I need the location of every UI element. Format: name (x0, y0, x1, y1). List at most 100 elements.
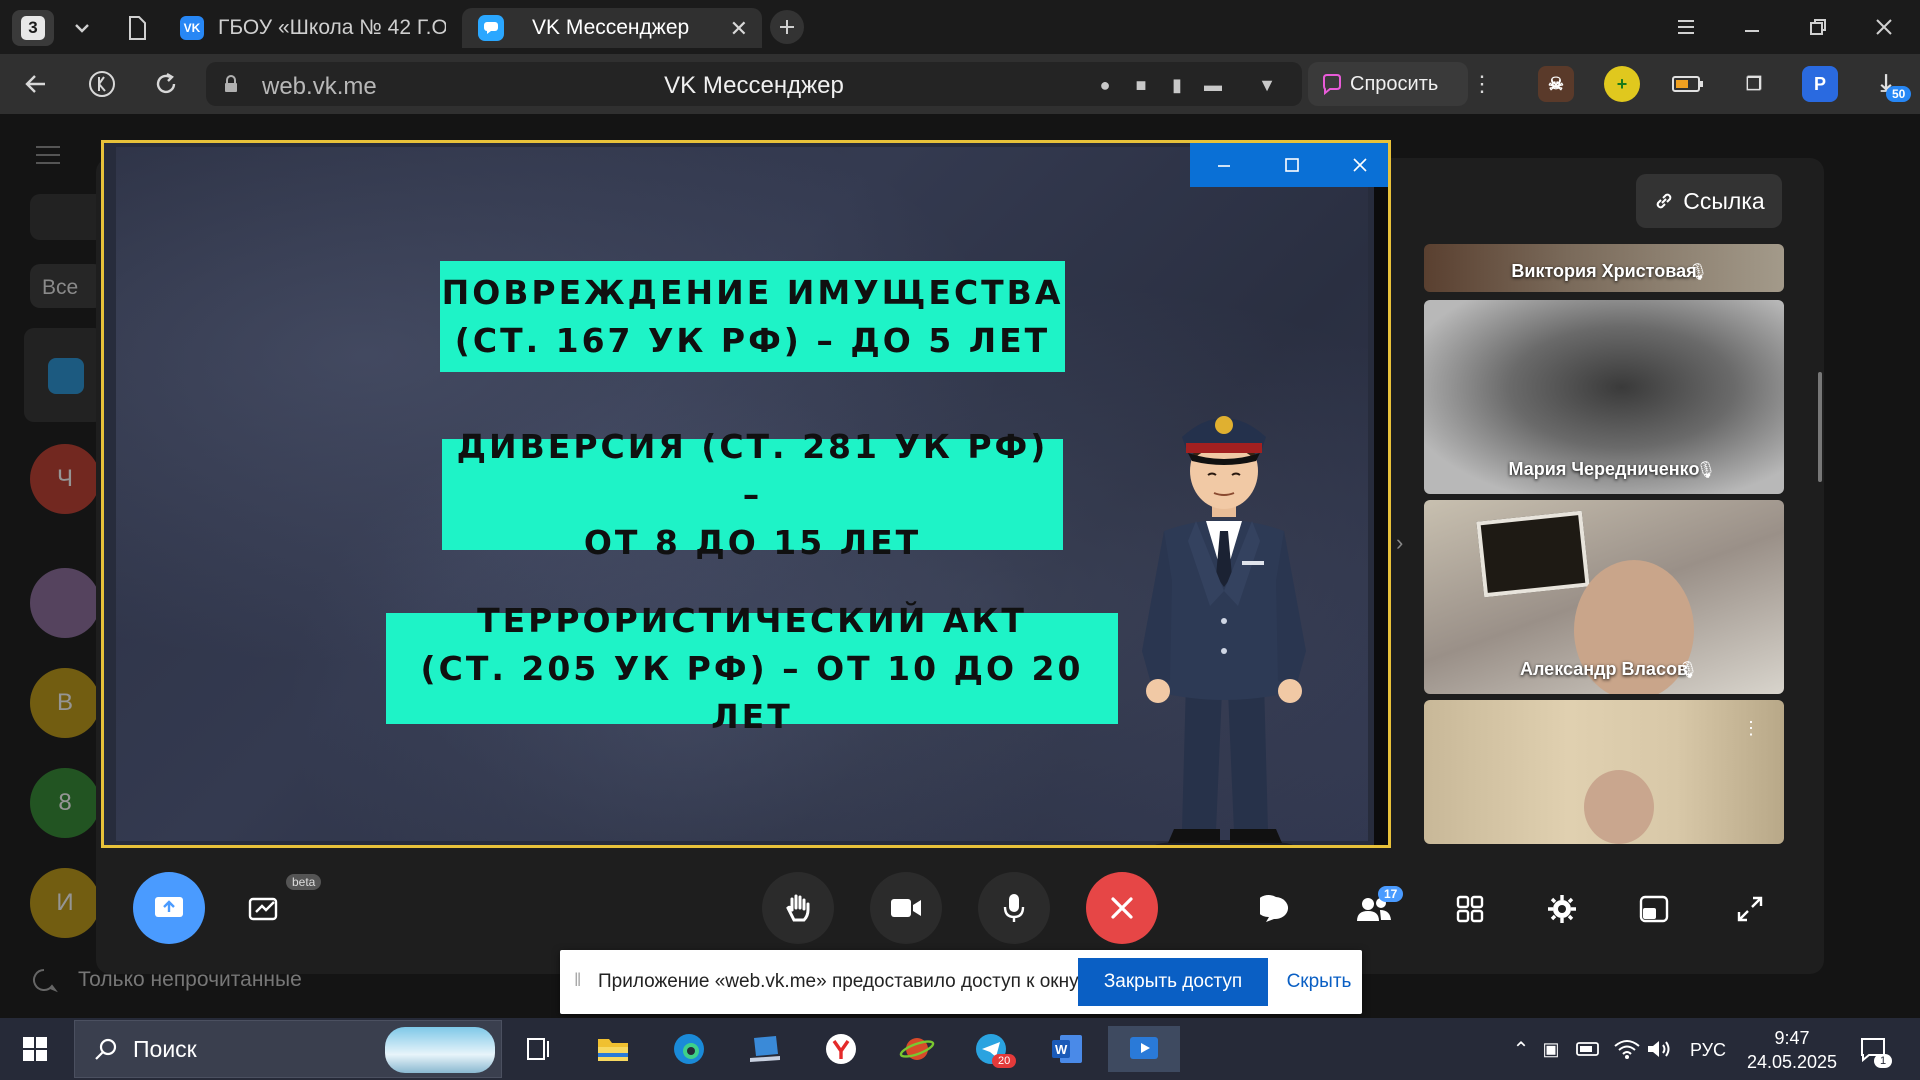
settings-button[interactable] (1538, 885, 1586, 933)
restore-window-button[interactable] (1790, 8, 1846, 46)
chat-button[interactable] (1252, 885, 1300, 933)
bookmark-icon[interactable]: ▼ (1254, 72, 1280, 98)
battery-icon[interactable] (1670, 66, 1706, 102)
ask-alice-button[interactable]: Спросить (1308, 62, 1468, 106)
hide-notice-button[interactable]: Скрыть (1280, 958, 1358, 1006)
reload-button[interactable] (146, 64, 186, 104)
whiteboard-button[interactable] (241, 885, 289, 933)
plus-icon (780, 20, 794, 34)
slide-text: ТЕРРОРИСТИЧЕСКИЙ АКТ (СТ. 205 УК РФ) – О… (420, 600, 1084, 736)
chevron-down-icon[interactable] (68, 14, 96, 42)
shared-window-edge (1374, 143, 1388, 845)
location-icon[interactable]: ● (1092, 72, 1118, 98)
notifications-icon[interactable]: 1 (1850, 1026, 1896, 1072)
page-icon[interactable] (124, 14, 150, 42)
back-button[interactable] (16, 64, 56, 104)
participant-tile[interactable]: Александр Власов 🎙 (1424, 500, 1784, 694)
shared-minimize-button[interactable] (1190, 143, 1258, 187)
clock[interactable]: 9:47 24.05.2025 (1742, 1026, 1842, 1074)
drag-handle-icon[interactable]: ‖ (574, 970, 581, 991)
search-highlight-image (385, 1027, 495, 1073)
url-text: web.vk.me (262, 73, 377, 100)
hamburger-icon[interactable] (34, 144, 62, 166)
microphone-icon (1003, 894, 1025, 922)
close-tab-icon[interactable]: ✕ (730, 16, 748, 42)
address-bar[interactable]: web.vk.me VK Мессенджер ● ■ ▮ ▬ ▼ (206, 62, 1302, 106)
share-screen-button[interactable] (133, 872, 205, 944)
chat-avatar[interactable]: В (30, 668, 100, 738)
collections-icon[interactable]: ❐ (1736, 66, 1772, 102)
fullscreen-button[interactable] (1726, 885, 1774, 933)
shared-maximize-button[interactable] (1258, 143, 1326, 187)
participant-tile[interactable]: Виктория Христовая 🎙 (1424, 244, 1784, 292)
more-menu-icon[interactable]: ⋮ (1462, 64, 1502, 104)
grid-icon (1456, 895, 1484, 923)
camera-icon[interactable]: ■ (1128, 72, 1154, 98)
tile-more-icon[interactable]: ⋮ (1742, 718, 1760, 739)
screen-share-notice-text: Приложение «web.vk.me» предоставило дост… (598, 971, 1082, 992)
extension-pirate-icon[interactable]: ☠ (1538, 66, 1574, 102)
chat-avatar[interactable]: И (30, 868, 100, 938)
telegram-icon[interactable]: 20 (968, 1026, 1017, 1072)
yandex-browser-icon[interactable] (818, 1026, 864, 1072)
volume-icon[interactable] (1636, 1026, 1682, 1072)
chat-icon[interactable]: ▬ (1200, 72, 1226, 98)
extension-plus-icon[interactable]: + (1604, 66, 1640, 102)
chat-avatar[interactable]: Ч (30, 444, 100, 514)
share-screen-icon (155, 897, 183, 917)
edge-browser-icon[interactable] (666, 1026, 712, 1072)
extension-profile-icon[interactable]: P (1802, 66, 1838, 102)
camera-button[interactable] (870, 872, 942, 944)
chevron-right-icon[interactable]: › (1396, 530, 1403, 556)
microphone-icon[interactable]: ▮ (1164, 72, 1190, 98)
vk-messenger-icon (478, 15, 504, 41)
language-indicator[interactable]: РУС (1690, 1040, 1726, 1061)
minimize-window-button[interactable] (1724, 8, 1780, 46)
grid-layout-button[interactable] (1446, 885, 1494, 933)
new-tab-button[interactable] (770, 10, 804, 44)
shared-close-button[interactable] (1326, 143, 1388, 187)
yandex-home-button[interactable] (82, 64, 122, 104)
menu-icon[interactable] (1658, 8, 1714, 46)
participant-tile[interactable]: ⋮ (1424, 700, 1784, 844)
microphone-button[interactable] (978, 872, 1050, 944)
invite-link-button[interactable]: Ссылка (1636, 174, 1782, 228)
taskbar-search[interactable]: Поиск (74, 1020, 502, 1078)
participant-name: Александр Власов (1519, 659, 1689, 679)
tab-vk-messenger-label: VK Мессенджер (532, 16, 690, 39)
slide-text: ПОВРЕЖДЕНИЕ ИМУЩЕСТВА (СТ. 167 УК РФ) – … (441, 272, 1064, 360)
laptop-app-icon[interactable] (742, 1026, 788, 1072)
word-icon[interactable]: W (1044, 1026, 1090, 1072)
file-explorer-icon[interactable] (590, 1026, 636, 1072)
filter-chip-label: Все (42, 276, 79, 299)
downloads-icon[interactable]: ⤓ 50 (1868, 66, 1912, 102)
officer-illustration (1142, 416, 1306, 845)
close-window-button[interactable] (1856, 8, 1912, 46)
vk-icon: VK (180, 16, 204, 40)
planet-app-icon[interactable] (894, 1026, 940, 1072)
participant-tile[interactable]: Мария Чередниченко 🎙 (1424, 300, 1784, 494)
slide-box-terrorist-act: ТЕРРОРИСТИЧЕСКИЙ АКТ (СТ. 205 УК РФ) – О… (386, 601, 1118, 736)
clock-time: 9:47 (1774, 1028, 1810, 1048)
tab-count: 3 (21, 16, 45, 40)
stop-sharing-button[interactable]: Закрыть доступ (1078, 958, 1268, 1006)
raise-hand-button[interactable] (762, 872, 834, 944)
task-view-icon[interactable] (516, 1026, 562, 1072)
slide-box-sabotage: ДИВЕРСИЯ (СТ. 281 УК РФ) – ОТ 8 ДО 15 ЛЕ… (442, 427, 1063, 562)
vk-call-taskbar-icon[interactable] (1108, 1026, 1180, 1072)
tab-school[interactable]: VK ГБОУ «Школа № 42 Г.О. Г (176, 8, 446, 48)
chat-avatar[interactable] (30, 568, 100, 638)
alice-icon (1323, 74, 1341, 96)
participants-scrollbar[interactable] (1818, 372, 1822, 482)
tab-vk-messenger[interactable]: VK Мессенджер ✕ (462, 8, 762, 48)
pinned-chat[interactable] (24, 328, 104, 422)
tab-count-button[interactable]: 3 (12, 10, 54, 46)
start-button[interactable] (12, 1026, 58, 1072)
filter-chip-all[interactable]: Все (30, 264, 104, 308)
minimize-call-button[interactable] (1630, 885, 1678, 933)
tab-school-label: ГБОУ «Школа № 42 Г.О. Г (218, 16, 446, 39)
gear-icon (1548, 895, 1576, 923)
muted-mic-icon: 🎙 (1687, 264, 1708, 281)
chat-avatar[interactable]: 8 (30, 768, 100, 838)
hang-up-button[interactable] (1086, 872, 1158, 944)
